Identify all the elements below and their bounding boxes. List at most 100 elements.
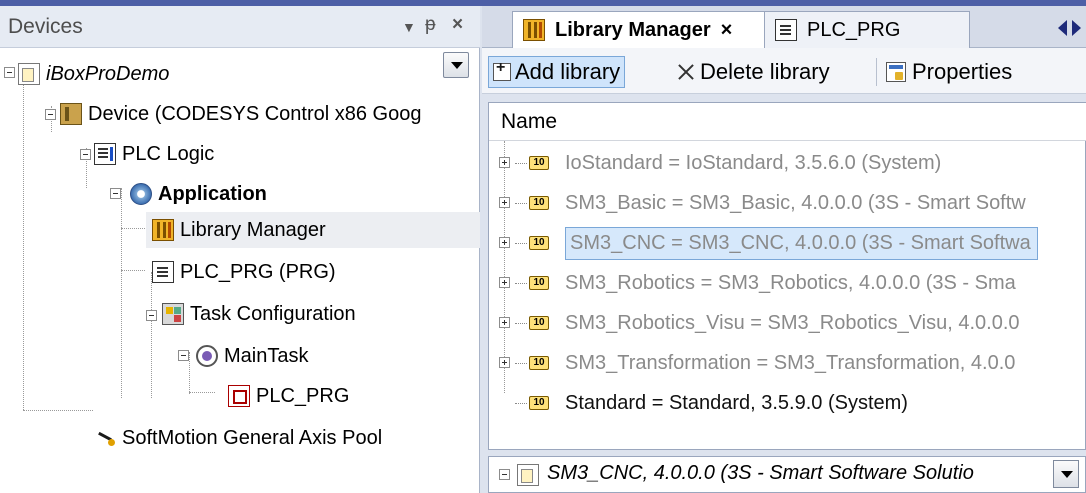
tree-connector <box>515 203 527 204</box>
expand-icon[interactable] <box>499 237 510 248</box>
toolbar-separator <box>876 58 877 86</box>
editor-tab-strip: Library Manager × PLC_PRG <box>482 6 1086 48</box>
library-row-label: IoStandard = IoStandard, 3.5.6.0 (System… <box>565 151 942 174</box>
properties-label: Properties <box>912 59 1013 84</box>
pin-icon[interactable]: ᵽ <box>425 14 436 36</box>
library-row[interactable]: 10 Standard = Standard, 3.5.9.0 (System) <box>489 383 1086 423</box>
task-configuration-icon <box>162 303 184 325</box>
devices-panel-title: Devices <box>8 15 83 38</box>
collapse-project-icon[interactable] <box>4 67 15 78</box>
library-reference-icon: 10 <box>529 356 549 370</box>
library-row-label: SM3_Transformation = SM3_Transformation,… <box>565 351 1016 374</box>
task-icon <box>196 345 218 367</box>
expand-icon[interactable] <box>499 277 510 288</box>
tree-node-device[interactable]: Device (CODESYS Control x86 Goog <box>60 96 421 132</box>
library-list: Name 10 IoStandard = IoStandard, 3.5.6.0 … <box>488 102 1086 450</box>
column-header-name[interactable]: Name <box>489 103 1086 141</box>
tree-node-plc-logic[interactable]: PLC Logic <box>94 136 214 172</box>
tree-node-axis-pool[interactable]: SoftMotion General Axis Pool <box>94 420 382 456</box>
collapse-task-configuration-icon[interactable] <box>146 310 157 321</box>
expand-icon[interactable] <box>499 157 510 168</box>
library-row-label: SM3_Robotics = SM3_Robotics, 4.0.0.0 (3S… <box>565 271 1016 294</box>
add-library-button[interactable]: Add library <box>488 56 626 88</box>
library-row-label: SM3_Robotics_Visu = SM3_Robotics_Visu, 4… <box>565 311 1020 334</box>
scroll-right-icon[interactable] <box>1072 20 1081 36</box>
collapse-application-icon[interactable] <box>110 188 121 199</box>
close-icon[interactable]: × <box>452 14 463 36</box>
tree-node-label: Task Configuration <box>190 302 356 325</box>
tree-node-label: PLC_PRG <box>256 384 350 407</box>
tab-label: PLC_PRG <box>807 18 901 41</box>
delete-icon <box>676 62 696 82</box>
expand-icon[interactable] <box>499 357 510 368</box>
library-row[interactable]: 10 SM3_Transformation = SM3_Transformatio… <box>489 343 1086 383</box>
program-icon <box>152 261 174 283</box>
tree-node-label: PLC Logic <box>122 142 215 165</box>
tree-dropdown-button[interactable] <box>443 52 469 78</box>
expand-icon[interactable] <box>499 317 510 328</box>
library-detail-bar: SM3_CNC, 4.0.0.0 (3S - Smart Software So… <box>488 456 1086 493</box>
library-icon <box>517 464 539 486</box>
delete-library-button[interactable]: Delete library <box>672 56 834 88</box>
collapse-plc-logic-icon[interactable] <box>80 149 91 160</box>
application-icon <box>130 183 152 205</box>
library-row[interactable]: 10 SM3_Robotics_Visu = SM3_Robotics_Visu,… <box>489 303 1086 343</box>
program-icon <box>775 19 797 41</box>
properties-icon <box>886 62 906 82</box>
library-manager-icon <box>523 19 545 41</box>
library-reference-icon: 10 <box>529 236 549 250</box>
add-library-icon <box>493 59 511 81</box>
tree-connector <box>515 403 527 404</box>
tree-node-application[interactable]: Application <box>130 176 267 212</box>
library-manager-editor: Library Manager × PLC_PRG Add library De… <box>482 6 1086 493</box>
add-library-label: Add library <box>515 59 621 84</box>
collapse-detail-icon[interactable] <box>499 469 510 480</box>
collapse-device-icon[interactable] <box>45 109 56 120</box>
tab-label: Library Manager <box>555 18 711 41</box>
tree-connector <box>515 163 527 164</box>
library-toolbar: Add library Delete library Properties <box>482 48 1086 94</box>
tree-node-maintask-plc-prg[interactable]: PLC_PRG <box>228 378 349 414</box>
library-row[interactable]: 10 IoStandard = IoStandard, 3.5.6.0 (Syst… <box>489 143 1086 183</box>
devices-panel: Devices ▼ ᵽ × iBoxProDemo Device (CODESY… <box>0 6 480 493</box>
tree-node-label: Device (CODESYS Control x86 Goog <box>88 102 422 125</box>
library-row[interactable]: 10 SM3_Basic = SM3_Basic, 4.0.0.0 (3S - S… <box>489 183 1086 223</box>
expand-icon[interactable] <box>499 197 510 208</box>
tree-node-label: Library Manager <box>180 218 326 241</box>
library-reference-icon: 10 <box>529 316 549 330</box>
library-reference-icon: 10 <box>529 196 549 210</box>
collapse-maintask-icon[interactable] <box>178 350 189 361</box>
tree-node-label: iBoxProDemo <box>46 62 170 85</box>
device-tree: iBoxProDemo Device (CODESYS Control x86 … <box>0 48 480 493</box>
tree-connector <box>515 283 527 284</box>
devices-panel-header: Devices ▼ ᵽ × <box>0 6 480 48</box>
library-row-label: Standard = Standard, 3.5.9.0 (System) <box>565 391 908 414</box>
library-row[interactable]: 10 SM3_Robotics = SM3_Robotics, 4.0.0.0 (… <box>489 263 1086 303</box>
properties-button[interactable]: Properties <box>882 56 1016 88</box>
close-tab-icon[interactable]: × <box>721 19 733 42</box>
program-call-icon <box>228 385 250 407</box>
axis-pool-icon <box>94 427 116 449</box>
scroll-left-icon[interactable] <box>1058 20 1067 36</box>
library-detail-text: SM3_CNC, 4.0.0.0 (3S - Smart Software So… <box>547 462 974 484</box>
tree-node-task-configuration[interactable]: Task Configuration <box>162 296 356 332</box>
library-row-label: SM3_CNC = SM3_CNC, 4.0.0.0 (3S - Smart S… <box>565 226 1038 260</box>
tree-node-maintask[interactable]: MainTask <box>196 338 308 374</box>
delete-library-label: Delete library <box>700 59 830 84</box>
tree-node-project[interactable]: iBoxProDemo <box>18 56 169 92</box>
tab-plc-prg[interactable]: PLC_PRG <box>764 11 970 48</box>
detail-dropdown-button[interactable] <box>1053 460 1079 488</box>
library-row-label: SM3_Basic = SM3_Basic, 4.0.0.0 (3S - Sma… <box>565 191 1026 214</box>
panel-menu-icon[interactable]: ▼ <box>402 19 416 35</box>
library-reference-icon: 10 <box>529 276 549 290</box>
device-icon <box>60 103 82 125</box>
tree-node-label: MainTask <box>224 344 309 367</box>
tree-connector <box>515 323 527 324</box>
tree-node-library-manager[interactable]: Library Manager <box>146 212 480 248</box>
library-manager-icon <box>152 219 174 241</box>
project-icon <box>18 63 40 85</box>
tab-library-manager[interactable]: Library Manager × <box>512 11 766 48</box>
tree-node-label: PLC_PRG (PRG) <box>180 260 336 283</box>
tree-node-plc-prg[interactable]: PLC_PRG (PRG) <box>152 254 336 290</box>
library-row[interactable]: 10 SM3_CNC = SM3_CNC, 4.0.0.0 (3S - Smart… <box>489 223 1086 263</box>
